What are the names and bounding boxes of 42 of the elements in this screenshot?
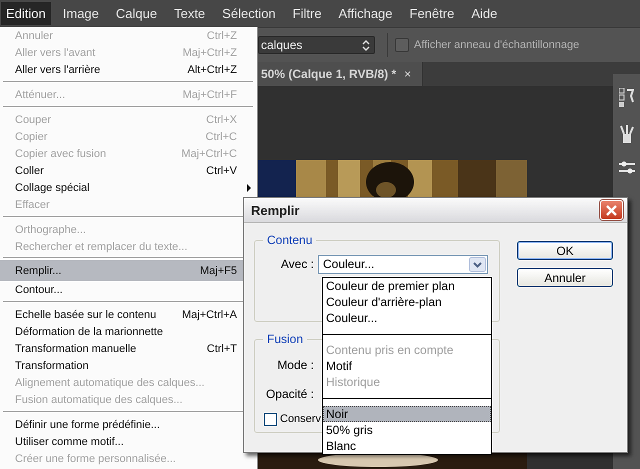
checkbox-label: Afficher anneau d'échantillonnage [414,39,580,51]
dialog-button[interactable]: OK [517,241,613,260]
menu-bar-item[interactable]: Fenêtre [404,2,460,25]
menu-bar-item[interactable]: Filtre [288,2,327,25]
dropdown-option[interactable]: Blanc [323,438,491,454]
dropdown-option[interactable]: Couleur... [323,310,491,326]
menu-bar-item[interactable]: Edition [1,2,51,25]
dropdown-option[interactable]: 50% gris [323,422,491,438]
up-down-arrows-icon [362,40,370,50]
menu-bar-item[interactable]: Texte [169,2,210,25]
swatches-icon[interactable] [619,88,634,107]
close-tab-button[interactable]: × [404,67,412,81]
group-legend: Fusion [263,332,308,346]
sliders-icon[interactable] [618,161,634,174]
dialog-button[interactable]: Annuler [517,268,613,287]
menu-item[interactable]: Coller Ctrl+V [0,162,257,179]
dropdown-option[interactable]: Motif [323,358,491,374]
menu-bar-item[interactable]: Sélection [217,2,281,25]
brushes-icon[interactable] [618,125,634,143]
checkbox[interactable] [395,38,409,52]
group-legend: Contenu [263,233,316,247]
menu-bar-item[interactable]: Calque [110,2,162,25]
checkbox[interactable] [264,412,277,426]
field-label: Mode : [276,358,315,372]
menu-bar-item[interactable]: Image [58,2,104,25]
dropdown-option[interactable]: Couleur d'arrière-plan [323,294,491,310]
field-label: Avec : [280,257,315,271]
caret-icon [469,256,486,272]
dialog-title: Remplir [251,202,300,218]
close-button[interactable] [600,200,623,220]
document-tab[interactable]: 50% (Calque 1, RVB/8) * × [258,62,423,86]
field-label: Opacité : [264,387,315,401]
content-dropdown[interactable]: Couleur... [318,254,488,274]
dropdown-option[interactable]: Noir [323,406,491,422]
dropdown-option[interactable]: Couleur de premier plan [323,278,491,294]
layer-dropdown[interactable]: calques [258,36,375,54]
menu-item[interactable]: Aller vers l'arrière Alt+Ctrl+Z [0,61,257,78]
checkbox-label: Conserv [280,413,321,425]
close-icon [605,204,618,216]
menu-bar-item[interactable]: Affichage [334,2,398,25]
menu-bar-item[interactable]: Aide [466,2,502,25]
menu-item[interactable]: Collage spécial [0,179,257,196]
